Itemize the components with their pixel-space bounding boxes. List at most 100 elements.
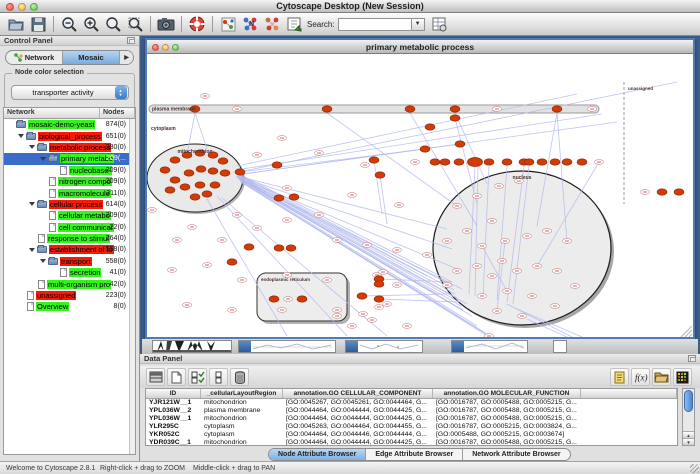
table-vscrollbar[interactable]: ▲ ▼ <box>682 388 695 446</box>
tree-column-network[interactable]: Network <box>4 108 100 118</box>
node-count: 223(0) <box>106 292 126 299</box>
tree-row[interactable]: cell communicat22(0) <box>4 222 129 233</box>
folder-icon <box>37 246 47 253</box>
tree-scrollbar[interactable] <box>129 119 135 454</box>
search-input[interactable] <box>338 18 412 31</box>
table-cell: cytoplasm <box>201 431 283 439</box>
tree-row[interactable]: unassigned223(0) <box>4 290 129 301</box>
delete-attribute-icon[interactable] <box>230 368 249 386</box>
destroy-network-icon[interactable] <box>262 14 282 34</box>
table-cell: plasma membrane <box>201 407 283 415</box>
table-row[interactable]: YKR052Ccytoplasm[GO:0044464, GO:0044446,… <box>146 431 677 439</box>
file-icon <box>38 280 45 289</box>
tree-row[interactable]: cellular metabo209(0) <box>4 210 129 221</box>
tree-row[interactable]: nitrogen compo209(0) <box>4 176 129 187</box>
main-toolbar: N Search: ▼ <box>0 13 700 36</box>
disclosure-triangle-icon[interactable] <box>29 145 35 149</box>
create-attribute-icon[interactable] <box>167 368 186 386</box>
minimized-network-window[interactable] <box>345 340 423 353</box>
table-cell: YPL036W__1 <box>146 415 201 423</box>
table-column-header[interactable]: ID <box>146 389 201 398</box>
tab-mosaic-label: Mosaic <box>78 53 103 62</box>
minimized-window-stub[interactable] <box>553 340 567 353</box>
minimized-network-window[interactable] <box>451 340 528 353</box>
disclosure-triangle-icon[interactable] <box>40 259 46 263</box>
help-icon[interactable] <box>187 14 207 34</box>
resize-grip[interactable] <box>690 464 699 473</box>
table-row[interactable]: YPL036W__2plasma membrane[GO:0044464, GO… <box>146 407 677 415</box>
minimized-overview-window[interactable] <box>152 340 232 353</box>
disclosure-triangle-icon[interactable] <box>18 134 24 138</box>
tree-row[interactable]: metabolic process280(0) <box>4 142 129 153</box>
node-color-combo[interactable]: transporter activity ▲▼ <box>11 85 129 100</box>
tree-row[interactable]: response to stimul264(0) <box>4 233 129 244</box>
float-panel-icon[interactable] <box>127 37 135 44</box>
tabs-overflow-icon[interactable]: ▶ <box>120 51 133 64</box>
folder-icon <box>37 144 47 151</box>
tree-column-nodes[interactable]: Nodes <box>100 108 135 118</box>
tab-edge-attribute-browser[interactable]: Edge Attribute Browser <box>366 449 463 460</box>
zoom-fit-icon[interactable] <box>125 14 145 34</box>
disclosure-triangle-icon[interactable] <box>40 157 46 161</box>
search-dropdown-icon[interactable]: ▼ <box>412 18 425 31</box>
tree-row[interactable]: transport558(0) <box>4 256 129 267</box>
network-view-titlebar[interactable]: primary metabolic process <box>147 40 693 54</box>
save-session-icon[interactable] <box>28 14 48 34</box>
tree-row[interactable]: secretion41(0) <box>4 267 129 278</box>
table-vscroll-thumb[interactable] <box>684 390 693 412</box>
import-attributes-icon[interactable] <box>652 368 671 386</box>
disclosure-triangle-icon[interactable] <box>29 202 35 206</box>
snapshot-icon[interactable] <box>156 14 176 34</box>
tab-node-attribute-browser[interactable]: Node Attribute Browser <box>269 449 366 460</box>
tree-row[interactable]: biological_process651(0) <box>4 130 129 141</box>
network-overview-icon[interactable] <box>218 14 238 34</box>
file-icon <box>49 211 56 220</box>
tree-row[interactable]: macromolecule311(0) <box>4 187 129 198</box>
import-network-icon[interactable] <box>284 14 304 34</box>
matrix-icon[interactable] <box>673 368 692 386</box>
annotation-icon[interactable] <box>610 368 629 386</box>
tab-network-attribute-browser[interactable]: Network Attribute Browser <box>463 449 569 460</box>
tab-network[interactable]: Network <box>6 51 63 64</box>
node-count: 614(0) <box>106 201 126 208</box>
network-tree-header: Network Nodes <box>4 108 135 119</box>
scroll-up-icon[interactable]: ▲ <box>683 431 694 438</box>
table-row[interactable]: YDR039C__1mitochondrion[GO:0044464, GO:0… <box>146 439 677 446</box>
tree-row[interactable]: Overview8(0) <box>4 301 129 312</box>
table-row[interactable]: YPL036W__1mitochondrion[GO:0044464, GO:0… <box>146 415 677 423</box>
tree-row[interactable]: primary metabo209(... <box>4 153 129 164</box>
minimized-network-window[interactable] <box>238 340 336 353</box>
table-row[interactable]: YLR295Ccytoplasm[GO:0045263, GO:0044464,… <box>146 423 677 431</box>
network-name: Overview <box>36 302 69 311</box>
create-network-icon[interactable]: N <box>240 14 260 34</box>
table-column-header[interactable]: annotation.GO MOLECULAR_FUNCTION <box>433 389 581 398</box>
import-table-icon[interactable] <box>429 14 449 34</box>
zoom-selected-icon[interactable] <box>103 14 123 34</box>
table-row[interactable]: YJR121W__1mitochondrion[GO:0045267, GO:0… <box>146 399 677 407</box>
tree-row[interactable]: mosaic-demo-yeast874(0) <box>4 119 129 130</box>
open-file-icon[interactable] <box>6 14 26 34</box>
zoom-out-icon[interactable] <box>59 14 79 34</box>
network-canvas[interactable]: plasma membranecytoplasmmitochondrionnuc… <box>147 54 693 337</box>
select-attributes-icon[interactable] <box>188 368 207 386</box>
combo-stepper-icon: ▲▼ <box>115 86 127 99</box>
network-view-title: primary metabolic process <box>147 42 693 52</box>
unselect-attributes-icon[interactable] <box>209 368 228 386</box>
function-builder-icon[interactable]: f(x) <box>631 368 650 386</box>
disclosure-triangle-icon[interactable] <box>29 248 35 252</box>
tree-row[interactable]: cellular process614(0) <box>4 199 129 210</box>
float-data-panel-icon[interactable] <box>688 355 696 362</box>
tree-row[interactable]: multi-organism pro42(0) <box>4 278 129 289</box>
tree-row[interactable]: establishment of lo558(0) <box>4 244 129 255</box>
network-view-window[interactable]: primary metabolic process plasma membran… <box>145 38 695 339</box>
table-column-header[interactable]: _cellularLayoutRegion <box>201 389 283 398</box>
table-column-header[interactable]: annotation.GO CELLULAR_COMPONENT <box>283 389 433 398</box>
browser-tabs: Node Attribute BrowserEdge Attribute Bro… <box>268 448 571 461</box>
node-count: 42(0) <box>110 281 126 288</box>
folder-icon <box>48 155 58 162</box>
zoom-in-icon[interactable] <box>81 14 101 34</box>
tab-mosaic[interactable]: Mosaic <box>63 51 120 64</box>
scroll-down-icon[interactable]: ▼ <box>683 438 694 445</box>
attribute-table-icon[interactable] <box>146 368 165 386</box>
tree-row[interactable]: nucleobase-209(0) <box>4 165 129 176</box>
